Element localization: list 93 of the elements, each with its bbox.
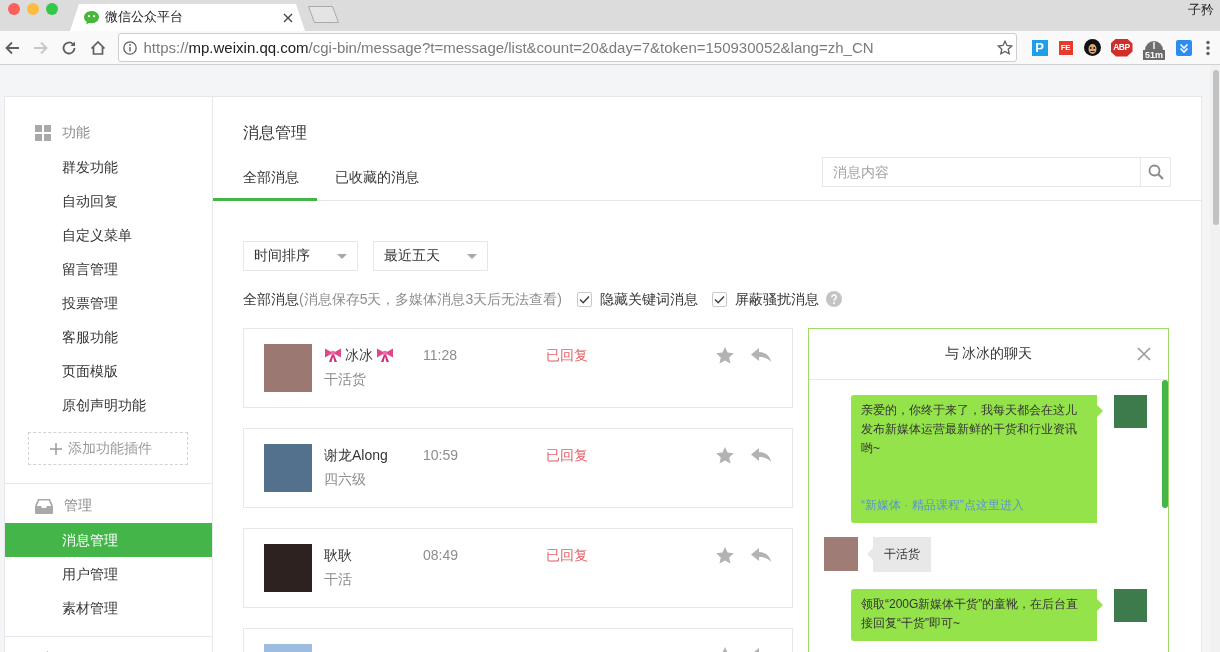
extension-button[interactable]: ABP — [1110, 38, 1133, 57]
avatar-placeholder — [1114, 589, 1147, 622]
search-icon — [1147, 164, 1164, 180]
home-icon[interactable] — [89, 39, 106, 56]
close-button[interactable] — [1137, 347, 1151, 361]
reply-status: 已回复 — [546, 446, 588, 465]
message-time: 08:49 — [423, 546, 460, 565]
close-icon — [1137, 347, 1151, 361]
sidebar-item[interactable]: 客服功能 — [5, 320, 212, 354]
window-minimize-button[interactable] — [27, 3, 39, 15]
browser-tab[interactable]: 微信公众平台 — [70, 4, 305, 31]
message-card[interactable]: 冰冰 干活货 11:28 已回复 — [243, 328, 793, 408]
section-title: 功能 — [62, 123, 90, 143]
message-preview: 四六级 — [324, 470, 367, 489]
dropdown[interactable]: 时间排序 — [243, 241, 358, 271]
scrollbar-thumb[interactable] — [1162, 380, 1168, 508]
grid-icon — [35, 125, 51, 141]
double-chevron-icon[interactable] — [1175, 39, 1192, 56]
menu-icon[interactable] — [1205, 39, 1210, 56]
tab[interactable]: 全部消息 — [213, 156, 317, 201]
sidebar-item[interactable]: 投票管理 — [5, 286, 212, 320]
help-icon[interactable] — [825, 291, 842, 307]
info-icon[interactable] — [122, 40, 137, 55]
chat-title: 与 冰冰的聊天 — [943, 344, 1034, 364]
page-scrollbar[interactable] — [1210, 65, 1220, 652]
sidebar-item[interactable]: 自动回复 — [5, 184, 212, 218]
star-icon[interactable] — [716, 546, 734, 564]
bow-icon — [324, 347, 342, 363]
extension-button[interactable]: 51m — [1142, 35, 1166, 60]
sidebar-item[interactable]: 留言管理 — [5, 252, 212, 286]
caret-icon — [337, 253, 347, 259]
search-button[interactable] — [1140, 157, 1171, 187]
checkbox[interactable] — [711, 291, 727, 307]
message-card[interactable]: 谢龙Along 四六级 10:59 已回复 — [243, 428, 793, 508]
tab[interactable]: 已收藏的消息 — [317, 156, 437, 201]
profile-name[interactable]: 子矜 — [1188, 0, 1220, 20]
star-icon[interactable] — [716, 446, 734, 464]
dropdown[interactable]: 最近五天 — [373, 241, 488, 271]
window-close-button[interactable] — [8, 3, 20, 15]
close-icon[interactable] — [283, 12, 293, 23]
inbox-icon — [35, 498, 53, 514]
message-time: 11:28 — [423, 346, 458, 365]
extension-button[interactable]: FE — [1057, 39, 1074, 56]
sidebar-item[interactable]: 自定义菜单 — [5, 218, 212, 252]
checkbox-label[interactable]: 屏蔽骚扰消息 — [734, 289, 819, 309]
message-time: 10:59 — [423, 446, 460, 465]
avatar-placeholder — [264, 344, 312, 392]
reply-icon[interactable] — [751, 348, 771, 362]
check-icon — [578, 294, 590, 304]
caret-icon — [467, 253, 477, 259]
address-bar[interactable]: https://mp.weixin.qq.com/cgi-bin/message?t=message/list&count=20&day=7&token=150930052&lang=zh_CN — [117, 33, 1017, 62]
url-text: https://mp.weixin.qq.com/cgi-bin/message?t=message/list&count=20&day=7&token=150930052&lang=zh_CN — [143, 38, 874, 58]
summary-text: 全部消息(消息保存5天，多媒体消息3天后无法查看) — [243, 290, 562, 309]
star-icon[interactable] — [716, 346, 734, 364]
sidebar-item[interactable]: 群发功能 — [5, 150, 212, 184]
check-icon — [713, 294, 725, 304]
arrow-left-icon[interactable] — [4, 39, 20, 56]
star-icon[interactable] — [996, 39, 1013, 56]
message-card[interactable]: 耿耿 干活 08:49 已回复 — [243, 528, 793, 608]
sidebar-item[interactable]: 页面模版 — [5, 354, 212, 388]
message-text: 领取“200G新媒体干货”的童靴，在后台直接回复“干货”即可~ — [861, 596, 1080, 632]
reply-icon[interactable] — [751, 548, 771, 562]
avatar-placeholder — [824, 537, 858, 571]
section-title: 管理 — [64, 496, 92, 516]
scrollbar-thumb[interactable] — [1213, 70, 1219, 225]
reply-status: 已回复 — [546, 546, 588, 565]
sender-name: 冰冰 — [345, 346, 373, 365]
message-preview: 干活货 — [324, 370, 367, 389]
sidebar-item[interactable]: 用户管理 — [5, 557, 212, 591]
avatar-placeholder — [264, 444, 312, 492]
search-field[interactable]: 消息内容 — [822, 157, 1140, 187]
sidebar-item[interactable]: 素材管理 — [5, 591, 212, 625]
sidebar-item[interactable]: 原创声明功能 — [5, 388, 212, 422]
bow-icon — [376, 347, 394, 363]
face-icon[interactable] — [1083, 39, 1101, 56]
reply-status: 已回复 — [546, 346, 588, 365]
checkbox-label[interactable]: 隐藏关键词消息 — [599, 289, 698, 309]
checkbox[interactable] — [576, 291, 592, 307]
sender-name: 谢龙Along — [324, 446, 388, 465]
chat-bubble-icon — [84, 10, 99, 25]
dome-icon — [1144, 38, 1164, 50]
message-text: 亲爱的，你终于来了，我每天都会在这儿发布新媒体运营最新鲜的干货和行业资讯哟~ — [861, 402, 1078, 457]
new-tab-button[interactable] — [307, 6, 341, 23]
avatar-placeholder — [1114, 395, 1147, 428]
window-zoom-button[interactable] — [46, 3, 58, 15]
reload-icon[interactable] — [61, 39, 77, 56]
reply-icon[interactable] — [751, 448, 771, 462]
page-title: 消息管理 — [242, 123, 308, 143]
message-preview: 干活 — [324, 570, 353, 589]
plus-icon — [50, 442, 62, 455]
avatar-placeholder — [264, 544, 312, 592]
sender-name: 耿耿 — [324, 546, 352, 565]
message-text: 干活货 — [884, 547, 920, 561]
